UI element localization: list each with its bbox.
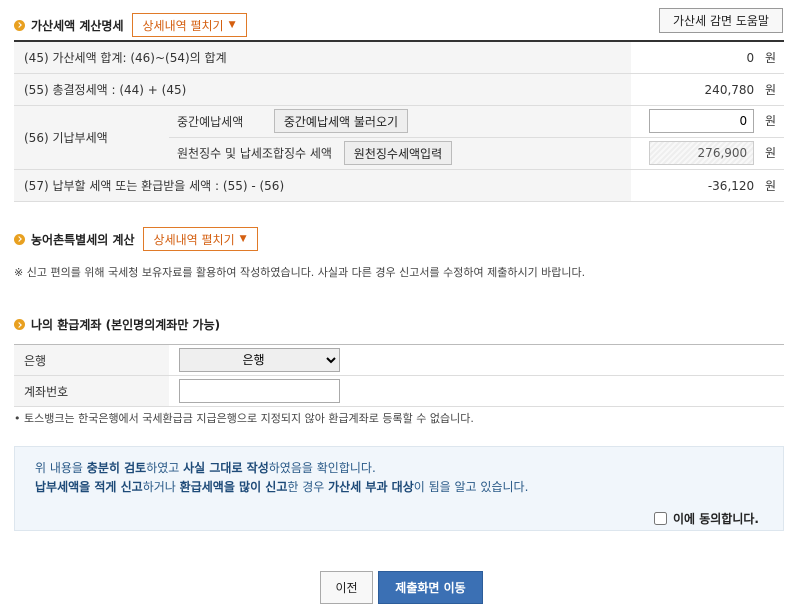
go-to-submit-button[interactable]: 제출화면 이동 [378, 571, 483, 604]
penalty-calc-table: (45) 가산세액 합계: (46)~(54)의 합계 0 원 (55) 총결정… [14, 40, 784, 202]
confirmation-line-1: 위 내용을 충분히 검토하였고 사실 그대로 작성하였음을 확인합니다. [35, 459, 376, 476]
agree-checkbox[interactable] [653, 512, 667, 525]
section-title: 나의 환급계좌 (본인명의계좌만 가능) [31, 318, 221, 332]
account-number-input[interactable] [179, 379, 340, 403]
toss-bank-note: • 토스뱅크는 한국은행에서 국세환급금 지급은행으로 지정되지 않아 환급계좌… [14, 412, 474, 425]
section-header-rural-tax: 농어촌특별세의 계산 상세내역 펼치기 ▼ [14, 227, 258, 251]
unit-label: 원 [764, 114, 776, 128]
bank-select[interactable]: 은행 [179, 348, 340, 372]
expand-details-label: 상세내역 펼치기 [142, 18, 224, 33]
unit-label: 원 [764, 50, 776, 65]
confirm-text: 하였고 [146, 461, 184, 475]
confirm-emphasis: 충분히 검토 [86, 461, 147, 475]
data-source-notice: ※ 신고 편의를 위해 국세청 보유자료를 활용하여 작성하였습니다. 사실과 … [14, 266, 586, 279]
section-title: 가산세액 계산명세 [31, 18, 124, 33]
table-row: (56) 기납부세액 중간예납세액 중간예납세액 불러오기 원 [14, 105, 784, 170]
refund-account-table: 은행 은행 계좌번호 [14, 344, 784, 407]
withholding-tax-input [649, 141, 755, 165]
confirm-emphasis: 환급세액을 많이 신고 [179, 480, 288, 494]
bullet-icon [14, 19, 25, 31]
confirm-text: 하거나 [142, 480, 180, 494]
row-value: -36,120 [707, 178, 755, 193]
confirm-text: 한 경우 [287, 480, 329, 494]
interim-tax-label: 중간예납세액 [177, 114, 244, 129]
agree-checkbox-label[interactable]: 이에 동의합니다. [653, 510, 759, 527]
expand-details-button[interactable]: 상세내역 펼치기 ▼ [131, 13, 247, 37]
prev-button[interactable]: 이전 [320, 571, 373, 604]
row-label: (56) 기납부세액 [14, 105, 169, 170]
row-label: (57) 납부할 세액 또는 환급받을 세액 : (55) - (56) [14, 169, 631, 202]
confirm-emphasis: 가산세 부과 대상 [328, 480, 414, 494]
row-label: (55) 총결정세액 : (44) + (45) [14, 73, 631, 106]
confirm-text: 위 내용을 [35, 461, 87, 475]
withholding-tax-input-button[interactable]: 원천징수세액입력 [343, 141, 453, 165]
section-title: 농어촌특별세의 계산 [31, 232, 135, 247]
unit-label: 원 [764, 146, 776, 160]
row-value: 0 [746, 50, 755, 65]
confirm-emphasis: 사실 그대로 작성 [183, 461, 269, 475]
section-header-penalty: 가산세액 계산명세 상세내역 펼치기 ▼ [14, 13, 247, 37]
withholding-tax-label: 원천징수 및 납세조합징수 세액 [177, 146, 332, 161]
expand-details-button[interactable]: 상세내역 펼치기 ▼ [142, 227, 258, 251]
confirm-text: 하였음을 확인합니다. [268, 461, 376, 475]
bullet-icon [14, 319, 25, 330]
penalty-reduction-help-button[interactable]: 가산세 감면 도움말 [659, 8, 783, 33]
expand-details-label: 상세내역 펼치기 [153, 232, 235, 247]
account-number-label: 계좌번호 [14, 375, 169, 407]
table-row: 은행 은행 [14, 344, 784, 376]
unit-label: 원 [764, 178, 776, 193]
confirm-text: 이 됨을 알고 있습니다. [413, 480, 529, 494]
row-value: 240,780 [704, 82, 755, 97]
bullet-icon [14, 233, 25, 245]
bank-label: 은행 [14, 344, 169, 376]
unit-label: 원 [764, 82, 776, 97]
confirm-emphasis: 납부세액을 적게 신고 [35, 480, 143, 494]
table-row: (55) 총결정세액 : (44) + (45) 240,780 원 [14, 73, 784, 106]
table-row: (45) 가산세액 합계: (46)~(54)의 합계 0 원 [14, 41, 784, 74]
agree-text: 이에 동의합니다. [672, 512, 759, 526]
table-row: 계좌번호 [14, 375, 784, 407]
row-label: (45) 가산세액 합계: (46)~(54)의 합계 [14, 41, 631, 74]
section-header-refund-account: 나의 환급계좌 (본인명의계좌만 가능) [14, 316, 220, 333]
table-row: (57) 납부할 세액 또는 환급받을 세액 : (55) - (56) -36… [14, 169, 784, 202]
confirmation-box: 위 내용을 충분히 검토하였고 사실 그대로 작성하였음을 확인합니다. 납부세… [14, 446, 784, 531]
caret-down-icon: ▼ [228, 20, 236, 30]
load-interim-tax-button[interactable]: 중간예납세액 불러오기 [273, 109, 409, 133]
interim-tax-input[interactable] [649, 109, 755, 133]
confirmation-line-2: 납부세액을 적게 신고하거나 환급세액을 많이 신고한 경우 가산세 부과 대상… [35, 478, 528, 495]
caret-down-icon: ▼ [239, 234, 247, 244]
